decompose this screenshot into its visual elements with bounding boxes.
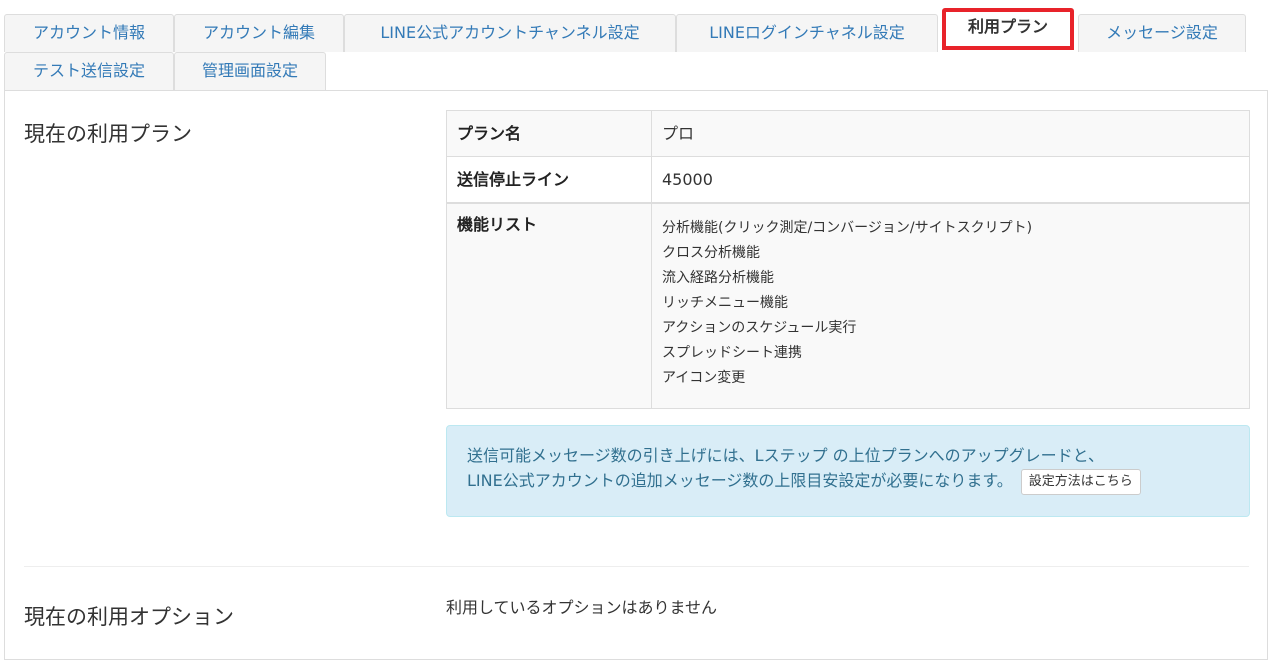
list-item: スプレッドシート連携 [662,345,802,361]
table-row: 送信停止ライン 45000 [446,156,1250,204]
upgrade-notice: 送信可能メッセージ数の引き上げには、Lステップ の上位プランへのアップグレードと… [446,425,1250,517]
tab-line-login-channel[interactable]: LINEログインチャネル設定 [676,14,938,52]
setup-guide-button[interactable]: 設定方法はこちら [1020,468,1141,495]
notice-line-2-row: LINE公式アカウントの追加メッセージ数の上限目安設定が必要になります。 設定方法… [467,468,1229,495]
tab-plan[interactable]: 利用プラン [942,8,1074,50]
tab-message-settings[interactable]: メッセージ設定 [1078,14,1246,52]
features-cell: 分析機能(クリック測定/コンバージョン/サイトスクリプト) クロス分析機能 流入… [651,202,1250,409]
section-divider [24,566,1249,567]
features-label: 機能リスト [446,202,652,409]
current-plan-title: 現在の利用プラン [24,122,192,146]
stop-line-value: 45000 [651,156,1250,204]
list-item: アクションのスケジュール実行 [662,320,857,336]
stop-line-label: 送信停止ライン [446,156,652,204]
list-item: 流入経路分析機能 [662,270,774,286]
feature-list: 分析機能(クリック測定/コンバージョン/サイトスクリプト) クロス分析機能 流入… [662,204,1239,391]
plan-table: プラン名 プロ 送信停止ライン 45000 機能リスト 分析機能(クリック測定/… [446,110,1250,409]
list-item: 分析機能(クリック測定/コンバージョン/サイトスクリプト) [662,220,1033,236]
plan-name-value: プロ [651,110,1250,157]
current-options-title: 現在の利用オプション [24,605,234,629]
list-item: リッチメニュー機能 [662,295,788,311]
tab-line-official-channel[interactable]: LINE公式アカウントチャンネル設定 [344,14,676,52]
plan-panel: 現在の利用プラン プラン名 プロ 送信停止ライン 45000 機能リスト 分析機… [4,90,1268,660]
plan-name-label: プラン名 [446,110,652,157]
tab-test-send[interactable]: テスト送信設定 [4,52,174,90]
tab-account-edit[interactable]: アカウント編集 [174,14,344,52]
list-item: クロス分析機能 [662,245,760,261]
tab-account-info[interactable]: アカウント情報 [4,14,174,52]
notice-line-1: 送信可能メッセージ数の引き上げには、Lステップ の上位プランへのアップグレードと… [467,446,1105,465]
table-row: プラン名 プロ [446,110,1250,157]
notice-line-2: LINE公式アカウントの追加メッセージ数の上限目安設定が必要になります。 [467,471,1013,490]
options-status-text: 利用しているオプションはありません [446,598,718,617]
tab-admin-settings[interactable]: 管理画面設定 [174,52,326,90]
table-row: 機能リスト 分析機能(クリック測定/コンバージョン/サイトスクリプト) クロス分… [446,202,1250,409]
list-item: アイコン変更 [662,370,746,386]
